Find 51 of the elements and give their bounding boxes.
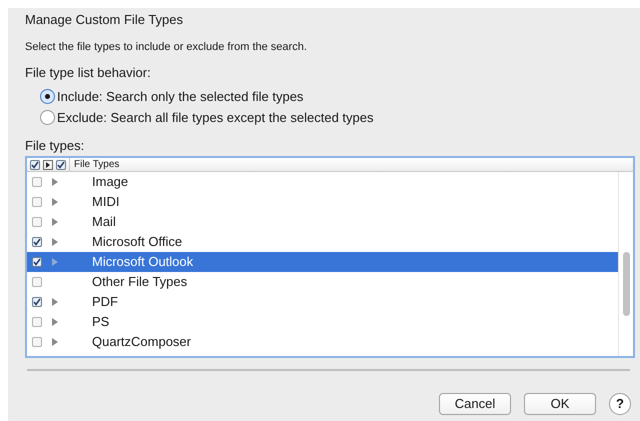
disclosure-icon[interactable] [52, 318, 58, 326]
list-row[interactable]: Mail [27, 212, 618, 232]
file-type-label: Mail [92, 213, 116, 232]
checkbox[interactable] [32, 197, 42, 207]
checkbox[interactable] [32, 337, 42, 347]
file-type-label: QuartzComposer [92, 333, 191, 352]
list-row[interactable]: Image [27, 172, 618, 192]
list-row[interactable]: QuartzComposer [27, 332, 618, 352]
radio-option[interactable]: Exclude: Search all file types except the selected types [40, 108, 635, 128]
checkbox[interactable] [32, 177, 42, 187]
dialog-button[interactable]: Cancel [439, 393, 511, 415]
checkbox[interactable] [32, 257, 42, 267]
file-type-label: MIDI [92, 193, 120, 212]
radio-button[interactable] [40, 110, 55, 126]
disclosure-icon[interactable] [52, 338, 58, 346]
section-label: File types: [25, 136, 86, 155]
file-type-label: Microsoft Outlook [92, 253, 194, 272]
file-type-label: Image [92, 173, 128, 192]
file-type-label: Other File Types [92, 273, 188, 292]
disclosure-icon[interactable] [52, 298, 58, 306]
checkbox[interactable] [32, 297, 42, 307]
checkbox[interactable] [32, 317, 42, 327]
list-row[interactable]: MIDI [27, 192, 618, 212]
file-type-label: PDF [92, 293, 118, 312]
disclosure-icon[interactable] [52, 178, 58, 186]
list-row[interactable]: Microsoft Outlook [27, 252, 618, 272]
list-row[interactable]: PS [27, 312, 618, 332]
section-label: File type list behavior: [25, 64, 152, 82]
file-type-label: PS [92, 313, 110, 332]
file-type-label: Microsoft Office [92, 233, 182, 252]
dialog-title: Manage Custom File Types [25, 11, 184, 29]
checkbox[interactable] [30, 160, 40, 170]
disclosure-icon[interactable] [52, 258, 58, 266]
checkbox[interactable] [32, 277, 42, 287]
disclosure-icon[interactable] [52, 198, 58, 206]
disclosure-icon[interactable] [52, 238, 58, 246]
column-header[interactable]: File Types [69, 158, 120, 172]
disclosure-icon[interactable] [52, 218, 58, 226]
expand-all-icon[interactable] [43, 160, 53, 170]
radio-button[interactable] [40, 88, 55, 104]
help-button[interactable]: ? [609, 393, 631, 415]
scrollbar-thumb[interactable] [622, 252, 630, 316]
description: Select the file types to include or exclude from the search. [25, 40, 308, 54]
list-row[interactable]: PDF [27, 292, 618, 312]
checkbox[interactable] [32, 237, 42, 247]
checkbox[interactable] [56, 160, 66, 170]
list-row[interactable]: Other File Types [27, 272, 618, 292]
list-row[interactable]: Microsoft Office [27, 232, 618, 252]
dialog-button[interactable]: OK [524, 393, 596, 415]
checkbox[interactable] [32, 217, 42, 227]
radio-option[interactable]: Include: Search only the selected file types [40, 86, 635, 106]
